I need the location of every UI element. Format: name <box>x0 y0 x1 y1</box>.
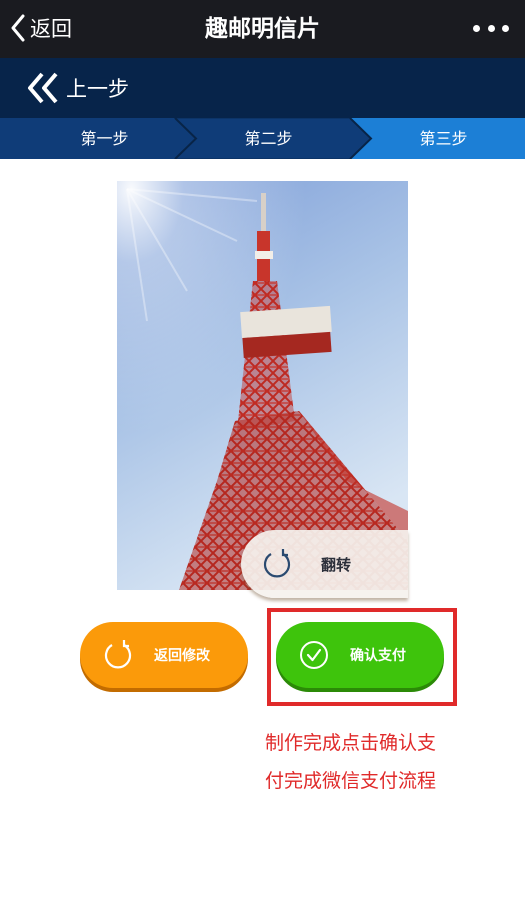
step-tab-3: 第三步 <box>419 129 468 148</box>
previous-step-bar: 上一步 <box>0 58 525 118</box>
step-tab-2: 第二步 <box>244 129 293 148</box>
title-bar: 返回 趣邮明信片 <box>0 0 525 58</box>
double-chevron-left-icon <box>28 72 58 104</box>
back-button[interactable]: 返回 <box>10 10 72 46</box>
rotate-icon <box>263 549 291 578</box>
annotation-line-1: 制作完成点击确认支 <box>265 732 437 754</box>
back-label: 返回 <box>30 17 72 41</box>
highlight-box <box>267 608 457 706</box>
return-edit-button[interactable]: 返回修改 <box>80 622 248 688</box>
annotation-note: 制作完成点击确认支 付完成微信支付流程 <box>265 724 465 800</box>
rotate-icon <box>104 640 132 669</box>
annotation-line-2: 付完成微信支付流程 <box>265 770 437 792</box>
more-dots-icon[interactable] <box>473 18 509 38</box>
previous-step-label: 上一步 <box>66 77 129 101</box>
flip-label: 翻转 <box>321 555 352 574</box>
page-title: 趣邮明信片 <box>205 16 320 42</box>
flip-button[interactable]: 翻转 <box>241 530 408 598</box>
return-edit-label: 返回修改 <box>154 648 210 664</box>
postcard-photo <box>117 181 408 590</box>
step-tabs: 第一步 第二步 第三步 <box>0 118 525 159</box>
previous-step-button[interactable]: 上一步 <box>26 70 129 106</box>
step-tab-1: 第一步 <box>80 129 129 148</box>
chevron-left-icon <box>11 14 25 42</box>
